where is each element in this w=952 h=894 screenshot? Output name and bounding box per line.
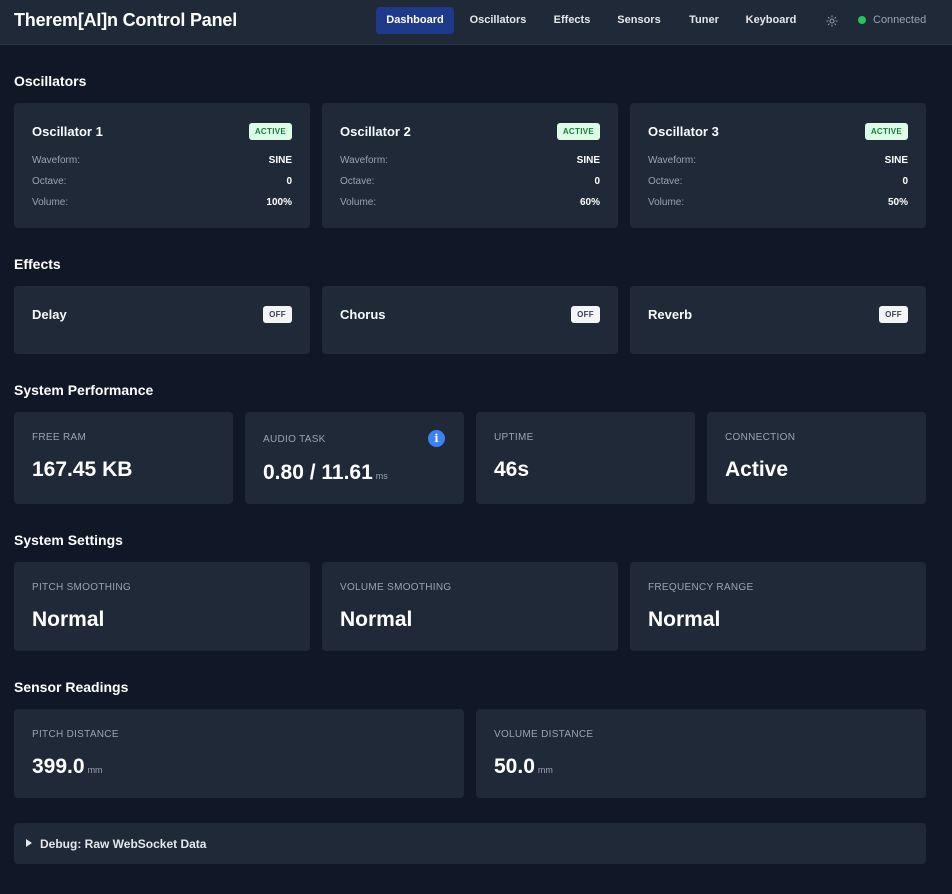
pitch-distance-value: 399.0 mm [32,755,103,779]
volume-label: Volume: [340,197,377,208]
effect-toggle-badge[interactable]: OFF [571,306,600,323]
octave-row: Octave: 0 [648,176,908,190]
volume-row: Volume: 60% [340,197,600,211]
frequency-range-label: FREQUENCY RANGE [648,582,754,593]
effect-name: Chorus [340,307,386,322]
octave-row: Octave: 0 [340,176,600,190]
pitch-smoothing-value: Normal [32,608,105,631]
connection-label: CONNECTION [725,432,796,443]
free-ram-card: FREE RAM 167.45 KB [14,412,233,504]
volume-distance-number: 50.0 [494,755,535,778]
triangle-right-icon [26,839,32,847]
octave-row: Octave: 0 [32,176,292,190]
settings-section-title: System Settings [14,532,123,548]
connection-status-text: Connected [873,14,927,26]
volume-smoothing-card[interactable]: VOLUME SMOOTHING Normal [322,562,618,651]
nav-effects[interactable]: Effects [544,7,600,34]
waveform-value: SINE [268,155,292,166]
volume-distance-card: VOLUME DISTANCE 50.0 mm [476,709,926,798]
sensors-section-title: Sensor Readings [14,679,129,695]
pitch-smoothing-card[interactable]: PITCH SMOOTHING Normal [14,562,310,651]
status-badge: ACTIVE [248,123,292,140]
app-title: Therem[AI]n Control Panel [14,10,238,30]
oscillator-card[interactable]: Oscillator 3 ACTIVE Waveform: SINE Octav… [630,103,926,228]
volume-value: 60% [579,197,600,208]
debug-websocket-toggle[interactable]: Debug: Raw WebSocket Data [14,823,926,864]
audio-task-number: 0.80 / 11.61 [263,461,373,484]
octave-value: 0 [594,176,600,187]
effects-section-title: Effects [14,256,61,272]
frequency-range-value: Normal [648,608,721,631]
effect-card[interactable]: Delay OFF [14,286,310,354]
connection-status-dot [858,16,866,24]
top-bar: Therem[AI]n Control Panel Dashboard Osci… [0,0,952,45]
effect-card[interactable]: Reverb OFF [630,286,926,354]
status-badge: ACTIVE [864,123,908,140]
volume-label: Volume: [648,197,685,208]
octave-value: 0 [286,176,292,187]
performance-section-title: System Performance [14,382,154,398]
info-icon[interactable]: i [428,430,445,447]
sun-icon[interactable] [824,13,840,29]
volume-distance-value: 50.0 mm [494,755,553,779]
waveform-row: Waveform: SINE [340,155,600,169]
volume-value: 50% [887,197,908,208]
octave-label: Octave: [32,176,67,187]
nav-tuner[interactable]: Tuner [678,7,730,34]
volume-smoothing-label: VOLUME SMOOTHING [340,582,452,593]
volume-smoothing-value: Normal [340,608,413,631]
pitch-distance-unit: mm [87,765,103,775]
nav-oscillators[interactable]: Oscillators [462,7,534,34]
oscillator-card[interactable]: Oscillator 2 ACTIVE Waveform: SINE Octav… [322,103,618,228]
octave-label: Octave: [340,176,375,187]
frequency-range-card[interactable]: FREQUENCY RANGE Normal [630,562,926,651]
waveform-label: Waveform: [32,155,80,166]
pitch-smoothing-label: PITCH SMOOTHING [32,582,131,593]
uptime-value: 46s [494,458,530,481]
volume-row: Volume: 50% [648,197,908,211]
waveform-row: Waveform: SINE [32,155,292,169]
free-ram-label: FREE RAM [32,432,87,443]
octave-label: Octave: [648,176,683,187]
status-badge: ACTIVE [556,123,600,140]
nav-dashboard[interactable]: Dashboard [376,7,454,34]
effect-card[interactable]: Chorus OFF [322,286,618,354]
effect-toggle-badge[interactable]: OFF [263,306,292,323]
nav-sensors[interactable]: Sensors [610,7,668,34]
audio-task-unit: ms [375,471,388,481]
audio-task-label: AUDIO TASK [263,434,326,445]
connection-value: Active [725,458,789,481]
oscillator-card[interactable]: Oscillator 1 ACTIVE Waveform: SINE Octav… [14,103,310,228]
octave-value: 0 [902,176,908,187]
oscillator-name: Oscillator 1 [32,124,103,139]
effect-name: Reverb [648,307,693,322]
waveform-label: Waveform: [340,155,388,166]
nav-keyboard[interactable]: Keyboard [738,7,804,34]
oscillators-section-title: Oscillators [14,73,87,89]
uptime-card: UPTIME 46s [476,412,695,504]
audio-task-value: 0.80 / 11.61 ms [263,461,388,485]
audio-task-card: AUDIO TASK i 0.80 / 11.61 ms [245,412,464,504]
oscillator-name: Oscillator 3 [648,124,719,139]
waveform-value: SINE [576,155,600,166]
connection-card: CONNECTION Active [707,412,926,504]
effect-toggle-badge[interactable]: OFF [879,306,908,323]
debug-label: Debug: Raw WebSocket Data [40,837,207,851]
pitch-distance-number: 399.0 [32,755,85,778]
volume-row: Volume: 100% [32,197,292,211]
waveform-label: Waveform: [648,155,696,166]
volume-label: Volume: [32,197,69,208]
volume-distance-unit: mm [537,765,553,775]
oscillator-name: Oscillator 2 [340,124,411,139]
volume-value: 100% [266,197,292,208]
waveform-value: SINE [884,155,908,166]
waveform-row: Waveform: SINE [648,155,908,169]
pitch-distance-card: PITCH DISTANCE 399.0 mm [14,709,464,798]
uptime-label: UPTIME [494,432,534,443]
effect-name: Delay [32,307,67,322]
pitch-distance-label: PITCH DISTANCE [32,729,119,740]
free-ram-value: 167.45 KB [32,458,133,481]
volume-distance-label: VOLUME DISTANCE [494,729,594,740]
